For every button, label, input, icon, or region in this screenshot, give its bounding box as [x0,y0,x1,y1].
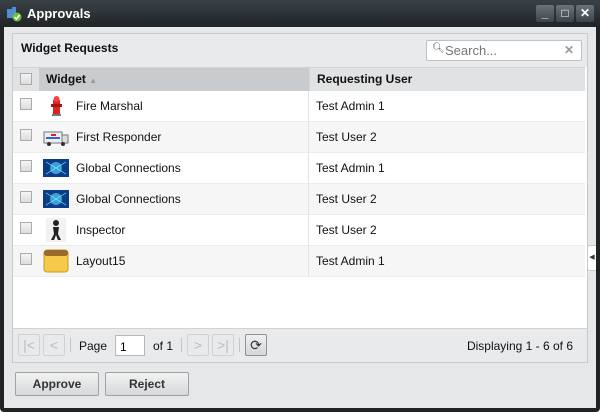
column-divider [308,215,309,246]
globe-network-icon [43,156,69,180]
clear-search-icon[interactable]: ✕ [564,43,574,57]
previous-page-icon: < [49,337,59,353]
grid-header: Widget ▲ Requesting User [13,67,585,91]
maximize-button[interactable]: □ [556,5,574,22]
sort-ascending-icon: ▲ [89,76,98,85]
toolbar-divider [181,338,182,352]
column-divider [308,184,309,215]
widget-name: Layout15 [76,254,126,268]
column-label: Widget [46,72,86,86]
page-label: Page [79,339,108,353]
table-row[interactable]: Global Connections Test User 2 [13,184,585,215]
puzzle-approve-icon [7,7,22,22]
minimize-button[interactable]: _ [536,5,554,22]
widget-name: Global Connections [76,192,181,206]
collapse-arrow-icon: ◀ [589,254,595,261]
next-page-icon: > [193,337,203,353]
row-checkbox[interactable] [20,253,32,265]
widget-name: Fire Marshal [76,99,143,113]
row-checkbox[interactable] [20,98,32,110]
widget-name: Inspector [76,223,126,237]
first-page-button[interactable]: |< [18,334,40,356]
table-row[interactable]: Layout15 Test Admin 1 [13,246,585,277]
window-title: Approvals [27,6,91,21]
approvals-window: Approvals _ □ ✕ Widget Requests 🔍︎ ✕ Wid… [0,0,600,412]
refresh-icon: ⟳ [250,337,262,353]
column-header-widget[interactable]: Widget ▲ [39,68,309,91]
search-icon: 🔍︎ [432,43,445,54]
column-label: Requesting User [317,72,413,86]
globe-network-icon [43,187,69,211]
fire-hydrant-icon [43,94,69,118]
paging-toolbar: |< < Page of 1 > >| ⟳ Displaying 1 - 6 o… [13,328,587,362]
requesting-user: Test User 2 [316,192,377,206]
panel-header: Widget Requests 🔍︎ ✕ [13,34,587,67]
inspector-figure-icon [43,218,69,242]
reject-button[interactable]: Reject [105,372,189,396]
requesting-user: Test Admin 1 [316,254,385,268]
first-page-icon: |< [23,337,35,353]
notepad-icon [43,249,69,273]
table-row[interactable]: Global Connections Test Admin 1 [13,153,585,184]
widget-name: First Responder [76,130,162,144]
requesting-user: Test User 2 [316,223,377,237]
panel-title: Widget Requests [21,41,119,55]
page-count-label: of 1 [153,339,174,353]
approve-button[interactable]: Approve [15,372,99,396]
column-divider [308,153,309,184]
row-checkbox[interactable] [20,191,32,203]
ambulance-icon [43,125,69,149]
title-bar[interactable]: Approvals _ □ ✕ [0,0,600,27]
minimize-icon: _ [541,6,549,20]
maximize-icon: □ [561,6,569,20]
collapse-handle[interactable]: ◀ [587,245,596,271]
close-button[interactable]: ✕ [576,5,594,22]
row-checkbox[interactable] [20,129,32,141]
search-input[interactable] [445,43,563,58]
column-divider [308,246,309,277]
next-page-button[interactable]: > [187,334,209,356]
requesting-user: Test Admin 1 [316,99,385,113]
column-divider [308,122,309,153]
display-count: Displaying 1 - 6 of 6 [466,339,573,353]
select-all-checkbox[interactable] [20,73,32,85]
page-number-input[interactable] [115,335,145,356]
toolbar-divider [239,338,240,352]
table-row[interactable]: Inspector Test User 2 [13,215,585,246]
previous-page-button[interactable]: < [43,334,65,356]
close-icon: ✕ [579,6,591,20]
requesting-user: Test User 2 [316,130,377,144]
search-box[interactable]: 🔍︎ ✕ [426,40,582,61]
requesting-user: Test Admin 1 [316,161,385,175]
toolbar-divider [70,338,71,352]
widget-name: Global Connections [76,161,181,175]
column-header-requesting-user[interactable]: Requesting User [309,68,585,91]
last-page-button[interactable]: >| [212,334,234,356]
column-divider [308,91,309,122]
table-row[interactable]: Fire Marshal Test Admin 1 [13,91,585,122]
refresh-button[interactable]: ⟳ [245,334,267,356]
row-checkbox[interactable] [20,160,32,172]
last-page-icon: >| [217,337,229,353]
window-body: Widget Requests 🔍︎ ✕ Widget ▲ Requesting… [4,27,596,408]
widget-requests-panel: Widget Requests 🔍︎ ✕ Widget ▲ Requesting… [12,33,588,363]
table-row[interactable]: First Responder Test User 2 [13,122,585,153]
row-checkbox[interactable] [20,222,32,234]
